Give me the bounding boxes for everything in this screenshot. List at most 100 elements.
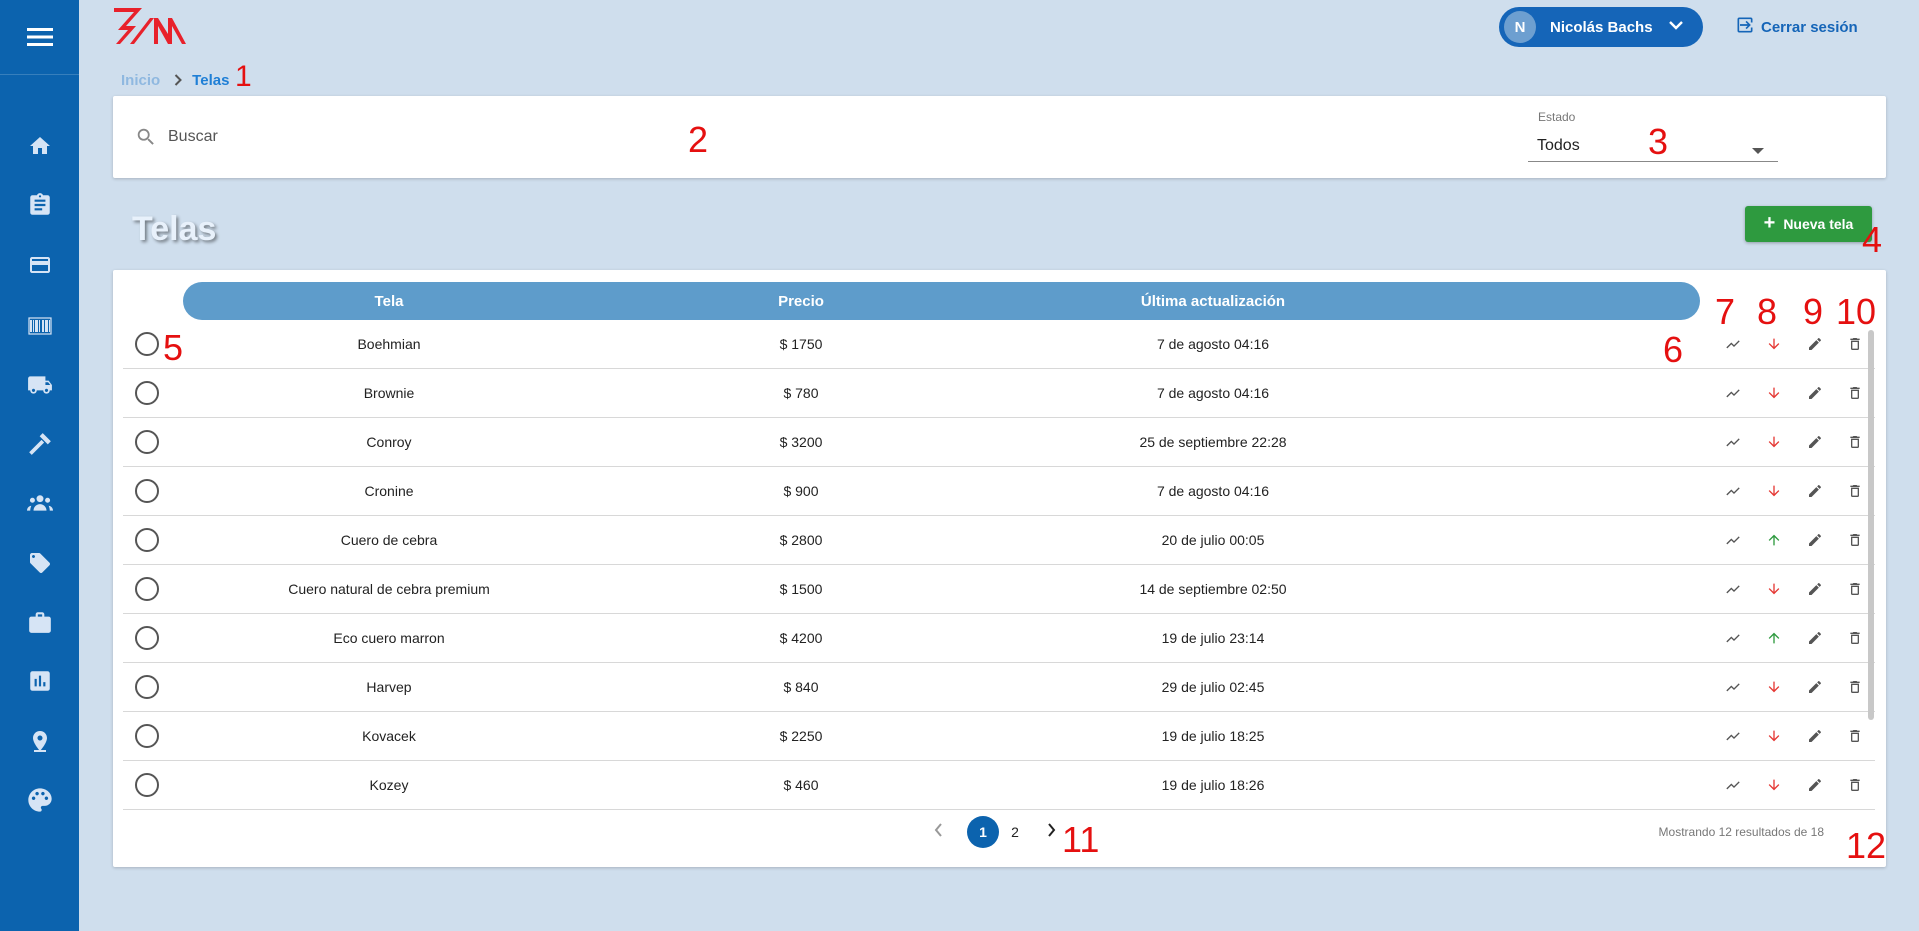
arrow-down-icon[interactable] [1764,432,1784,452]
clipboard-icon[interactable] [0,183,79,227]
home-icon[interactable] [0,124,79,168]
arrow-down-icon[interactable] [1764,579,1784,599]
arrow-down-icon[interactable] [1764,775,1784,795]
edit-icon[interactable] [1805,383,1825,403]
annotation-4: 4 [1862,219,1883,260]
page-1-button[interactable]: 1 [967,816,999,848]
hammer-icon[interactable] [0,422,79,466]
delete-icon[interactable] [1845,726,1865,746]
delete-icon[interactable] [1845,383,1865,403]
cell-tela: Cuero natural de cebra premium [288,581,490,597]
truck-icon[interactable] [0,363,79,407]
row-select-radio[interactable] [135,675,159,699]
price-history-icon[interactable] [1723,579,1743,599]
edit-icon[interactable] [1805,530,1825,550]
cell-precio: $ 3200 [779,434,823,450]
annotation-7: 7 [1715,291,1736,332]
arrow-up-icon[interactable] [1764,530,1784,550]
cell-fecha: 14 de septiembre 02:50 [1139,581,1287,597]
location-pin-icon[interactable] [0,719,79,763]
cell-fecha: 19 de julio 18:25 [1161,728,1265,744]
column-header-precio[interactable]: Precio [595,282,1007,320]
arrow-down-icon[interactable] [1764,677,1784,697]
cell-fecha: 19 de julio 18:26 [1161,777,1265,793]
cell-fecha: 25 de septiembre 22:28 [1139,434,1287,450]
edit-icon[interactable] [1805,628,1825,648]
user-menu[interactable]: N Nicolás Bachs [1499,7,1703,47]
cell-fecha: 7 de agosto 04:16 [1156,336,1270,352]
logout-icon [1735,15,1755,39]
brand-logo[interactable] [112,4,186,50]
row-select-radio[interactable] [135,724,159,748]
cell-tela: Cuero de cebra [340,532,438,548]
arrow-down-icon[interactable] [1764,481,1784,501]
edit-icon[interactable] [1805,726,1825,746]
briefcase-icon[interactable] [0,600,79,644]
cell-tela: Eco cuero marron [333,630,445,646]
prev-page-icon[interactable] [933,822,943,843]
price-history-icon[interactable] [1723,432,1743,452]
table-scrollbar[interactable] [1868,330,1874,720]
delete-icon[interactable] [1845,530,1865,550]
annotation-10: 10 [1836,291,1877,332]
delete-icon[interactable] [1845,775,1865,795]
new-fabric-button[interactable]: + Nueva tela [1745,206,1872,242]
annotation-5: 5 [163,327,184,368]
row-select-radio[interactable] [135,626,159,650]
row-select-radio[interactable] [135,528,159,552]
row-select-radio[interactable] [135,381,159,405]
page-2-button[interactable]: 2 [999,816,1031,848]
edit-icon[interactable] [1805,334,1825,354]
cell-tela: Kovacek [362,728,416,744]
column-header-fecha[interactable]: Última actualización [1007,282,1419,320]
arrow-down-icon[interactable] [1764,334,1784,354]
price-history-icon[interactable] [1723,334,1743,354]
delete-icon[interactable] [1845,481,1865,501]
row-select-radio[interactable] [135,479,159,503]
arrow-up-icon[interactable] [1764,628,1784,648]
logout-button[interactable]: Cerrar sesión [1735,16,1858,38]
hamburger-menu-icon[interactable] [0,0,79,75]
row-select-radio[interactable] [135,430,159,454]
barcode-icon[interactable] [0,304,79,348]
delete-icon[interactable] [1845,677,1865,697]
credit-card-icon[interactable] [0,243,79,287]
edit-icon[interactable] [1805,432,1825,452]
new-fabric-label: Nueva tela [1783,216,1854,232]
edit-icon[interactable] [1805,481,1825,501]
table-row: Kozey $ 460 19 de julio 18:26 [123,761,1875,810]
table-row: Eco cuero marron $ 4200 19 de julio 23:14 [123,614,1875,663]
tag-icon[interactable] [0,541,79,585]
people-icon[interactable] [0,481,79,525]
price-history-icon[interactable] [1723,628,1743,648]
search-input[interactable] [168,122,1068,152]
price-history-icon[interactable] [1723,677,1743,697]
table-row: Cuero de cebra $ 2800 20 de julio 00:05 [123,516,1875,565]
row-select-radio[interactable] [135,332,159,356]
price-history-icon[interactable] [1723,726,1743,746]
price-history-icon[interactable] [1723,530,1743,550]
edit-icon[interactable] [1805,579,1825,599]
price-history-icon[interactable] [1723,383,1743,403]
annotation-11: 11 [1062,819,1100,860]
plus-icon: + [1763,211,1776,234]
column-header-tela[interactable]: Tela [183,282,595,320]
arrow-down-icon[interactable] [1764,383,1784,403]
next-page-icon[interactable] [1047,822,1057,843]
price-history-icon[interactable] [1723,775,1743,795]
row-select-radio[interactable] [135,773,159,797]
delete-icon[interactable] [1845,334,1865,354]
palette-icon[interactable] [0,778,79,822]
edit-icon[interactable] [1805,677,1825,697]
delete-icon[interactable] [1845,579,1865,599]
breadcrumb-home-link[interactable]: Inicio [121,72,160,89]
arrow-down-icon[interactable] [1764,726,1784,746]
edit-icon[interactable] [1805,775,1825,795]
table-row: Conroy $ 3200 25 de septiembre 22:28 [123,418,1875,467]
price-history-icon[interactable] [1723,481,1743,501]
delete-icon[interactable] [1845,628,1865,648]
bar-chart-icon[interactable] [0,659,79,703]
delete-icon[interactable] [1845,432,1865,452]
sidebar [0,0,79,931]
row-select-radio[interactable] [135,577,159,601]
